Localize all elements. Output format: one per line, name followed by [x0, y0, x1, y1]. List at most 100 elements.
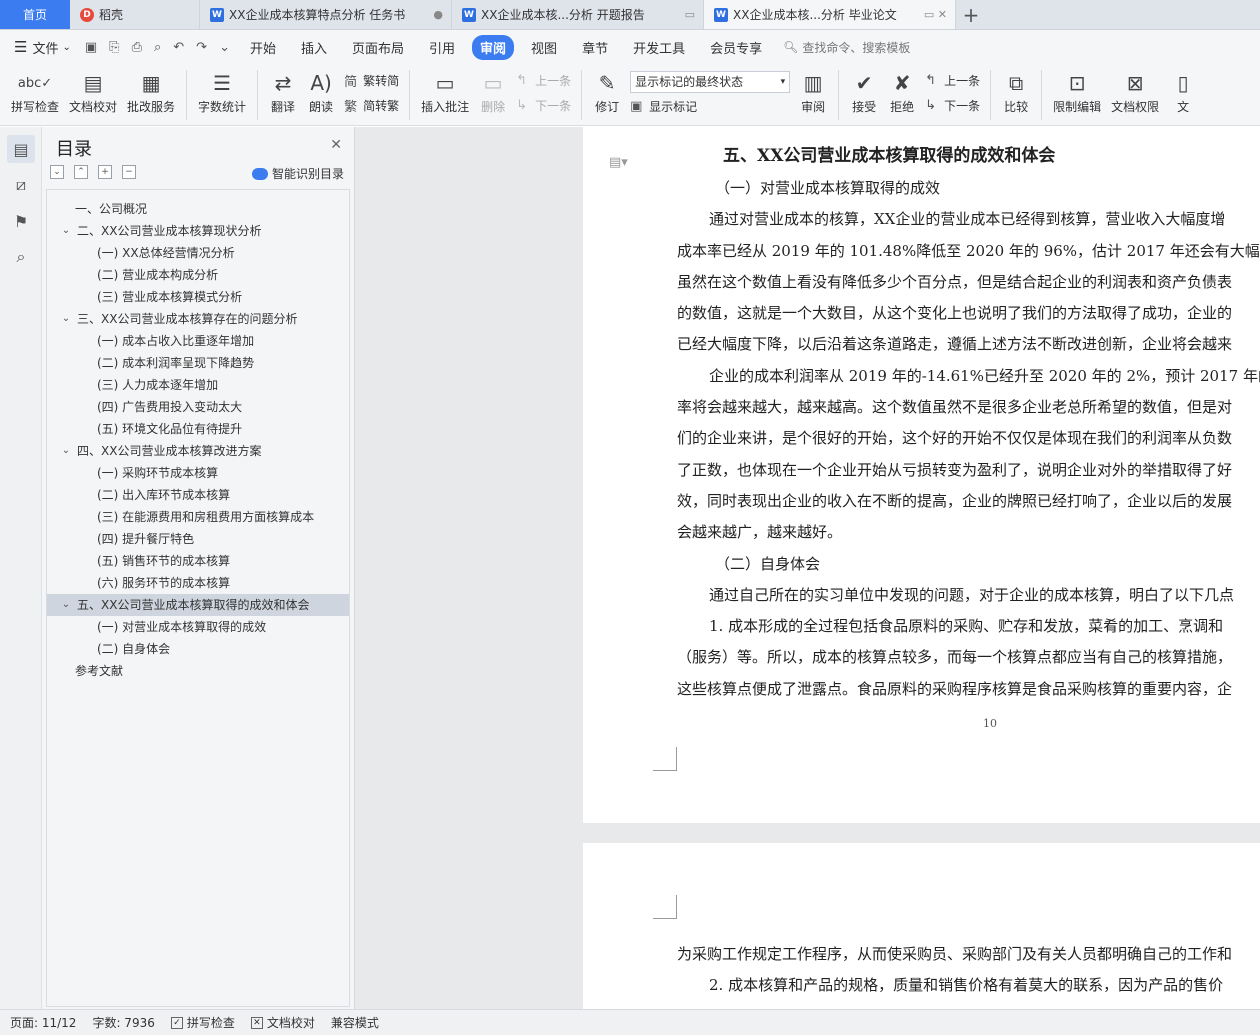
- batch-service-button[interactable]: ▦ 批改服务: [122, 64, 180, 115]
- toc-item[interactable]: (二) 成本利润率呈现下降趋势: [47, 352, 349, 374]
- reject-button[interactable]: ✘ 拒绝: [883, 64, 921, 115]
- section-pane-icon[interactable]: ⧄: [7, 171, 35, 199]
- toc-item[interactable]: 一、公司概况: [47, 198, 349, 220]
- menu-layout[interactable]: 页面布局: [344, 35, 412, 60]
- toc-item[interactable]: (四) 提升餐厅特色: [47, 528, 349, 550]
- word-count-button[interactable]: ☰ 字数统计: [193, 64, 251, 115]
- chevron-down-icon[interactable]: ⌄: [59, 440, 73, 462]
- undo-icon[interactable]: ↶: [173, 40, 184, 55]
- toc-item[interactable]: (二) 出入库环节成本核算: [47, 484, 349, 506]
- tab-daoke[interactable]: D 稻壳: [70, 0, 200, 29]
- document-line[interactable]: 了正数，也体现在一个企业开始从亏损转变为盈利了，说明企业对外的举措取得了好: [677, 455, 1260, 486]
- spell-check-button[interactable]: abc✓ 拼写检查: [6, 64, 64, 115]
- toc-item[interactable]: (四) 广告费用投入变动太大: [47, 396, 349, 418]
- toc-item[interactable]: (三) 营业成本核算模式分析: [47, 286, 349, 308]
- toc-item[interactable]: ⌄ 二、XX公司营业成本核算现状分析: [47, 220, 349, 242]
- expand-all-icon[interactable]: +: [98, 165, 112, 179]
- accept-button[interactable]: ✔ 接受: [845, 64, 883, 115]
- export-icon[interactable]: ⎘: [109, 40, 119, 55]
- toc-item[interactable]: (三) 在能源费用和房租费用方面核算成本: [47, 506, 349, 528]
- next-comment-button[interactable]: ↳ 下一条: [516, 97, 571, 114]
- tab-doc-proposal[interactable]: W XX企业成本核...分析 开题报告 ▭: [452, 0, 704, 29]
- toc-item[interactable]: (二) 自身体会: [47, 638, 349, 660]
- document-line[interactable]: 虽然在这个数值上看没有降低多少个百分点，但是结合起企业的利润表和资产负债表: [677, 267, 1260, 298]
- simp-to-trad-button[interactable]: 繁简转繁: [344, 96, 399, 115]
- new-tab-button[interactable]: +: [956, 0, 986, 29]
- toc-item[interactable]: (一) 成本占收入比重逐年增加: [47, 330, 349, 352]
- menu-section[interactable]: 章节: [574, 35, 616, 60]
- doc-permission-button[interactable]: ⊠ 文档权限: [1106, 64, 1164, 115]
- document-line[interactable]: 1. 成本形成的全过程包括食品原料的采购、贮存和发放，菜肴的加工、烹调和: [677, 611, 1260, 642]
- collapse-up-icon[interactable]: ⌃: [74, 165, 88, 179]
- toc-item[interactable]: 参考文献: [47, 660, 349, 682]
- more-icon[interactable]: ⌄: [219, 40, 230, 55]
- save-icon[interactable]: ▣: [85, 40, 97, 55]
- tab-doc-thesis[interactable]: W XX企业成本核...分析 毕业论文 ▭ ✕: [704, 0, 956, 29]
- bookmark-icon[interactable]: ⚑: [7, 207, 35, 235]
- menu-reference[interactable]: 引用: [421, 35, 463, 60]
- chevron-down-icon[interactable]: ⌄: [59, 594, 73, 616]
- toc-item[interactable]: (一) 采购环节成本核算: [47, 462, 349, 484]
- document-line[interactable]: 们的企业来讲，是个很好的开始，这个好的开始不仅仅是体现在我们的利润率从负数: [677, 423, 1260, 454]
- toc-item[interactable]: (三) 人力成本逐年增加: [47, 374, 349, 396]
- trad-to-simp-button[interactable]: 简繁转简: [344, 71, 399, 90]
- document-line[interactable]: 企业的成本利润率从 2019 年的-14.61%已经升至 2020 年的 2%，…: [677, 361, 1260, 392]
- close-icon[interactable]: ✕: [330, 137, 342, 153]
- toc-item[interactable]: ⌄ 三、XX公司营业成本核算存在的问题分析: [47, 308, 349, 330]
- document-line[interactable]: 成本率已经从 2019 年的 101.48%降低至 2020 年的 96%，估计…: [677, 236, 1260, 267]
- file-menu[interactable]: ☰ 文件 ⌄: [14, 38, 71, 57]
- review-pane-button[interactable]: ▥ 审阅: [794, 64, 832, 115]
- toc-item[interactable]: (五) 销售环节的成本核算: [47, 550, 349, 572]
- toc-item[interactable]: (五) 环境文化品位有待提升: [47, 418, 349, 440]
- redo-icon[interactable]: ↷: [196, 40, 207, 55]
- document-line[interactable]: 率将会越来越大，越来越高。这个数值虽然不是很多企业老总所希望的数值，但是对: [677, 392, 1260, 423]
- prev-change-button[interactable]: ↰ 上一条: [925, 72, 980, 89]
- menu-devtools[interactable]: 开发工具: [625, 35, 693, 60]
- next-change-button[interactable]: ↳ 下一条: [925, 97, 980, 114]
- close-tab-icon[interactable]: ▭ ✕: [924, 8, 947, 21]
- document-line[interactable]: 已经大幅度下降，以后沿着这条道路走，遵循上述方法不断改进创新，企业将会越来: [677, 329, 1260, 360]
- document-line[interactable]: 通过对营业成本的核算，XX企业的营业成本已经得到核算，营业收入大幅度增: [677, 204, 1260, 235]
- menu-review[interactable]: 审阅: [472, 34, 515, 60]
- menu-view[interactable]: 视图: [523, 35, 565, 60]
- document-line[interactable]: 这些核算点便成了泄露点。食品原料的采购程序核算是食品采购核算的重要内容，企: [677, 674, 1260, 705]
- prev-comment-button[interactable]: ↰ 上一条: [516, 72, 571, 89]
- doc-proof-button[interactable]: ▤ 文档校对: [64, 64, 122, 115]
- more-ribbon-button[interactable]: ▯ 文: [1164, 64, 1202, 115]
- status-proof[interactable]: ✕ 文档校对: [250, 1014, 315, 1031]
- document-line[interactable]: （服务）等。所以，成本的核算点较多，而每一个核算点都应当有自己的核算措施，: [677, 642, 1260, 673]
- translate-button[interactable]: ⇄ 翻译: [264, 64, 302, 115]
- find-icon[interactable]: ⌕: [7, 243, 35, 271]
- collapse-all-icon[interactable]: −: [122, 165, 136, 179]
- note-icon[interactable]: ▤▾: [609, 155, 628, 170]
- page-indicator[interactable]: 页面: 11/12: [10, 1014, 76, 1031]
- document-line[interactable]: 为采购工作规定工作程序，从而使采购员、采购部门及有关人员都明确自己的工作和: [677, 939, 1260, 970]
- delete-comment-button[interactable]: ▭ 删除: [474, 64, 512, 115]
- document-line[interactable]: 通过自己所在的实习单位中发现的问题，对于企业的成本核算，明白了以下几点: [677, 580, 1260, 611]
- smart-toc-button[interactable]: 智能识别目录: [251, 165, 344, 182]
- document-line[interactable]: （二）自身体会: [677, 549, 1260, 580]
- toc-item[interactable]: (一) XX总体经营情况分析: [47, 242, 349, 264]
- menu-member[interactable]: 会员专享: [702, 35, 770, 60]
- word-count-indicator[interactable]: 字数: 7936: [92, 1014, 154, 1031]
- command-search[interactable]: 🔍︎ 查找命令、搜索模板: [783, 39, 910, 56]
- compare-button[interactable]: ⧉ 比较: [997, 64, 1035, 115]
- toc-item[interactable]: (六) 服务环节的成本核算: [47, 572, 349, 594]
- insert-comment-button[interactable]: ▭ 插入批注: [416, 64, 474, 115]
- menu-start[interactable]: 开始: [242, 35, 284, 60]
- document-line[interactable]: 会越来越广，越来越好。: [677, 517, 1260, 548]
- chevron-down-icon[interactable]: ⌄: [59, 220, 73, 242]
- document-line[interactable]: 的数值，这就是一个大数目，从这个变化上也说明了我们的方法取得了成功，企业的: [677, 298, 1260, 329]
- markup-state-select[interactable]: 显示标记的最终状态 ▾: [630, 70, 791, 93]
- tab-home[interactable]: 首页: [0, 0, 70, 29]
- tab-doc-task[interactable]: W XX企业成本核算特点分析 任务书 ●: [200, 0, 452, 29]
- status-spell-check[interactable]: ✓ 拼写检查: [170, 1014, 235, 1031]
- preview-icon[interactable]: ⌕: [154, 40, 161, 55]
- toc-item[interactable]: (一) 对营业成本核算取得的成效: [47, 616, 349, 638]
- toc-pane-icon[interactable]: ▤: [7, 135, 35, 163]
- read-aloud-button[interactable]: A) 朗读: [302, 64, 340, 115]
- show-markup-button[interactable]: ▣ 显示标记: [630, 98, 790, 115]
- toc-item[interactable]: ⌄ 五、XX公司营业成本核算取得的成效和体会: [47, 594, 349, 616]
- menu-insert[interactable]: 插入: [293, 35, 335, 60]
- document-line[interactable]: 效，同时表现出企业的收入在不断的提高，企业的牌照已经打响了，企业以后的发展: [677, 486, 1260, 517]
